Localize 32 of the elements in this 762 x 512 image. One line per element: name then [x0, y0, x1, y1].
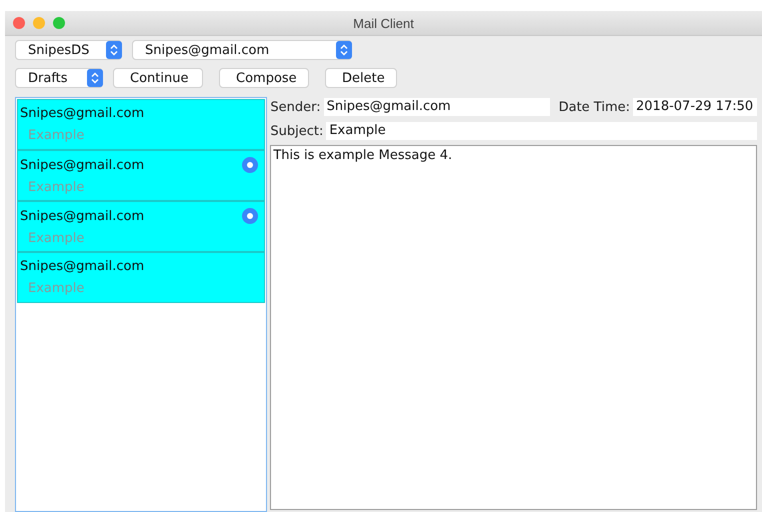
account-select[interactable]: SnipesDS	[15, 40, 122, 60]
subject-field[interactable]: Example	[326, 122, 757, 140]
message-sender: Snipes@gmail.com	[20, 158, 144, 172]
message-body[interactable]: This is example Message 4.	[270, 145, 757, 510]
window-title: Mail Client	[353, 16, 414, 30]
stepper-icon	[106, 40, 122, 60]
stepper-icon	[336, 40, 352, 60]
address-select[interactable]: Snipes@gmail.com	[132, 40, 352, 60]
message-item[interactable]: Snipes@gmail.com Example	[17, 150, 266, 201]
subject-label: Subject:	[270, 124, 324, 138]
action-button[interactable]: Continue	[113, 68, 203, 88]
message-sender: Snipes@gmail.com	[20, 106, 144, 121]
folder-select[interactable]: Drafts	[15, 68, 103, 88]
action-button[interactable]: Compose	[219, 68, 309, 88]
action-button[interactable]: Delete	[325, 68, 397, 88]
message-subject: Example	[27, 128, 84, 143]
message-item[interactable]: Snipes@gmail.com Example	[17, 252, 266, 303]
sender-field[interactable]: Snipes@gmail.com	[324, 98, 550, 116]
date-field[interactable]: 2018-07-29 17:50	[633, 98, 757, 116]
message-subject: Example	[27, 180, 84, 195]
message-sender: Snipes@gmail.com	[20, 208, 144, 224]
message-sender: Snipes@gmail.com	[20, 259, 144, 274]
stepper-icon	[87, 68, 103, 88]
message-item[interactable]: Snipes@gmail.com Example	[17, 99, 266, 150]
minimize-button[interactable]	[33, 17, 45, 29]
zoom-button[interactable]	[53, 17, 65, 29]
message-subject: Example	[27, 231, 84, 246]
message-item[interactable]: Snipes@gmail.com Example	[17, 201, 266, 252]
date-label: Date Time:	[558, 100, 630, 114]
sender-label: Sender:	[270, 100, 321, 114]
close-button[interactable]	[13, 17, 25, 29]
message-subject: Example	[27, 281, 84, 296]
